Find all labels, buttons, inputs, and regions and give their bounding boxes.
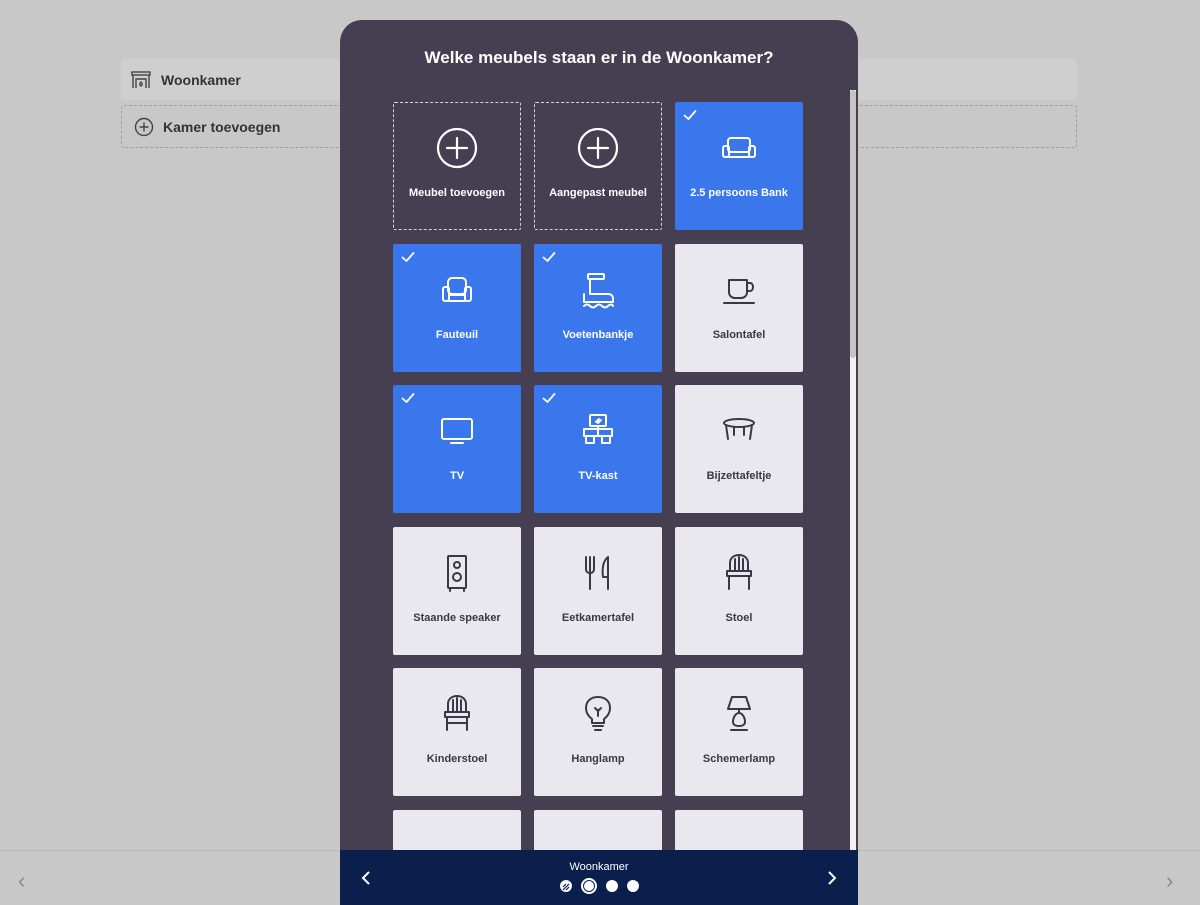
checkmark-icon <box>542 393 556 403</box>
armchair-icon <box>442 276 472 302</box>
furniture-tile-salontafel[interactable]: Salontafel <box>675 243 803 372</box>
speaker-icon <box>447 554 467 592</box>
fork-knife-icon <box>576 551 620 595</box>
furniture-tile-staande-speaker[interactable]: Staande speaker <box>393 526 521 655</box>
tv-icon <box>435 409 479 453</box>
furniture-tile-item-15[interactable] <box>393 809 521 851</box>
tile-label: Voetenbankje <box>562 328 634 341</box>
step-dot-done[interactable] <box>559 880 572 892</box>
side-table-icon <box>723 418 755 440</box>
tv-cabinet-icon <box>583 414 613 444</box>
furniture-tile-2-5-persoons-bank[interactable]: 2.5 persoons Bank <box>675 102 803 230</box>
tile-label: TV <box>449 470 465 482</box>
footstool-icon <box>583 272 614 308</box>
modal-footer: Woonkamer <box>340 850 858 905</box>
table-lamp-icon <box>717 692 761 736</box>
tile-label: Eetkamertafel <box>561 611 635 624</box>
table-lamp-icon <box>727 696 751 731</box>
furniture-tile-item-16[interactable] <box>534 809 662 851</box>
meubel-toevoegen-button[interactable]: Meubel toevoegen <box>393 102 521 230</box>
footstool-icon <box>576 268 620 312</box>
furniture-grid-scroll[interactable]: Meubel toevoegen Aangepast meubel 2.5 pers… <box>393 102 813 850</box>
add-room-label: Kamer toevoegen <box>163 118 281 135</box>
fireplace-icon <box>562 883 569 891</box>
furniture-tile-tv[interactable]: TV <box>393 385 521 513</box>
scrollbar-thumb[interactable] <box>850 90 856 358</box>
furniture-tile-voetenbankje[interactable]: Voetenbankje <box>534 243 662 372</box>
tile-label: Salontafel <box>712 328 766 341</box>
plus-circle-icon <box>576 126 620 170</box>
lightbulb-icon <box>585 696 611 731</box>
scrollbar[interactable] <box>850 90 856 870</box>
tile-label: Aangepast meubel <box>549 187 647 199</box>
tile-label: Kinderstoel <box>426 753 488 765</box>
furniture-tile-schemerlamp[interactable]: Schemerlamp <box>675 668 803 796</box>
tile-label: Staande speaker <box>413 611 501 624</box>
checkmark-icon <box>683 110 697 120</box>
page-prev-icon[interactable]: ‹ <box>18 868 25 894</box>
furniture-tile-stoel[interactable]: Stoel <box>675 526 803 655</box>
furniture-tile-item-17[interactable] <box>675 809 803 851</box>
speaker-icon <box>435 551 479 595</box>
tile-label: 2.5 persoons Bank <box>690 187 788 199</box>
high-chair-icon <box>435 692 479 736</box>
step-dot-active[interactable] <box>580 878 597 894</box>
plus-circle-icon <box>134 117 154 136</box>
furniture-tile-tv-kast[interactable]: TV-kast <box>534 385 662 513</box>
furniture-grid: Meubel toevoegen Aangepast meubel 2.5 pers… <box>393 102 813 850</box>
chair-icon <box>717 551 761 595</box>
floor-lamp-icon <box>576 841 620 851</box>
aangepast-meubel-button[interactable]: Aangepast meubel <box>534 102 662 230</box>
tile-label: Hanglamp <box>571 753 625 765</box>
furniture-tile-hanglamp[interactable]: Hanglamp <box>534 668 662 796</box>
fireplace-icon <box>131 70 151 88</box>
side-table-icon <box>717 409 761 453</box>
page-next-icon[interactable]: › <box>1166 868 1173 894</box>
tile-label: Bijzettafeltje <box>706 470 772 482</box>
furniture-tile-kinderstoel[interactable]: Kinderstoel <box>393 668 521 796</box>
fork-knife-icon <box>585 555 609 590</box>
plus-circle-icon <box>436 127 478 169</box>
step-indicator <box>340 878 858 894</box>
lightbulb-icon <box>576 692 620 736</box>
checkmark-icon <box>401 251 415 262</box>
furniture-tile-eetkamertafel[interactable]: Eetkamertafel <box>534 526 662 655</box>
chair-icon <box>726 553 752 590</box>
sideboard-icon <box>435 841 479 851</box>
dresser-icon <box>717 841 761 851</box>
tile-label: Stoel <box>725 611 753 624</box>
tv-cabinet-icon <box>576 409 620 453</box>
modal-title: Welke meubels staan er in de Woonkamer? <box>424 48 774 67</box>
tile-label: Meubel toevoegen <box>409 187 505 199</box>
step-dot[interactable] <box>605 880 618 892</box>
plus-circle-icon <box>577 127 619 169</box>
sofa-icon <box>722 137 756 158</box>
armchair-icon <box>435 268 479 312</box>
room-label: Woonkamer <box>161 71 241 88</box>
plus-circle-icon <box>435 126 479 170</box>
dresser-icon <box>717 841 761 851</box>
sofa-icon <box>717 126 761 170</box>
checkmark-icon <box>542 251 556 262</box>
furniture-tile-fauteuil[interactable]: Fauteuil <box>393 243 521 372</box>
coffee-cup-icon <box>723 278 755 304</box>
floor-lamp-icon <box>576 841 620 851</box>
high-chair-icon <box>444 695 470 731</box>
footer-room-name: Woonkamer <box>569 861 629 873</box>
tile-label: Schemerlamp <box>702 753 776 765</box>
coffee-cup-icon <box>717 268 761 312</box>
sideboard-icon <box>435 841 479 851</box>
tile-label: Fauteuil <box>435 328 479 341</box>
furniture-tile-bijzettafeltje[interactable]: Bijzettafeltje <box>675 385 803 513</box>
checkmark-icon <box>401 393 415 403</box>
tv-icon <box>441 418 473 444</box>
tile-label: TV-kast <box>578 470 618 482</box>
furniture-modal: Welke meubels staan er in de Woonkamer? … <box>340 20 858 905</box>
step-dot[interactable] <box>626 880 639 892</box>
